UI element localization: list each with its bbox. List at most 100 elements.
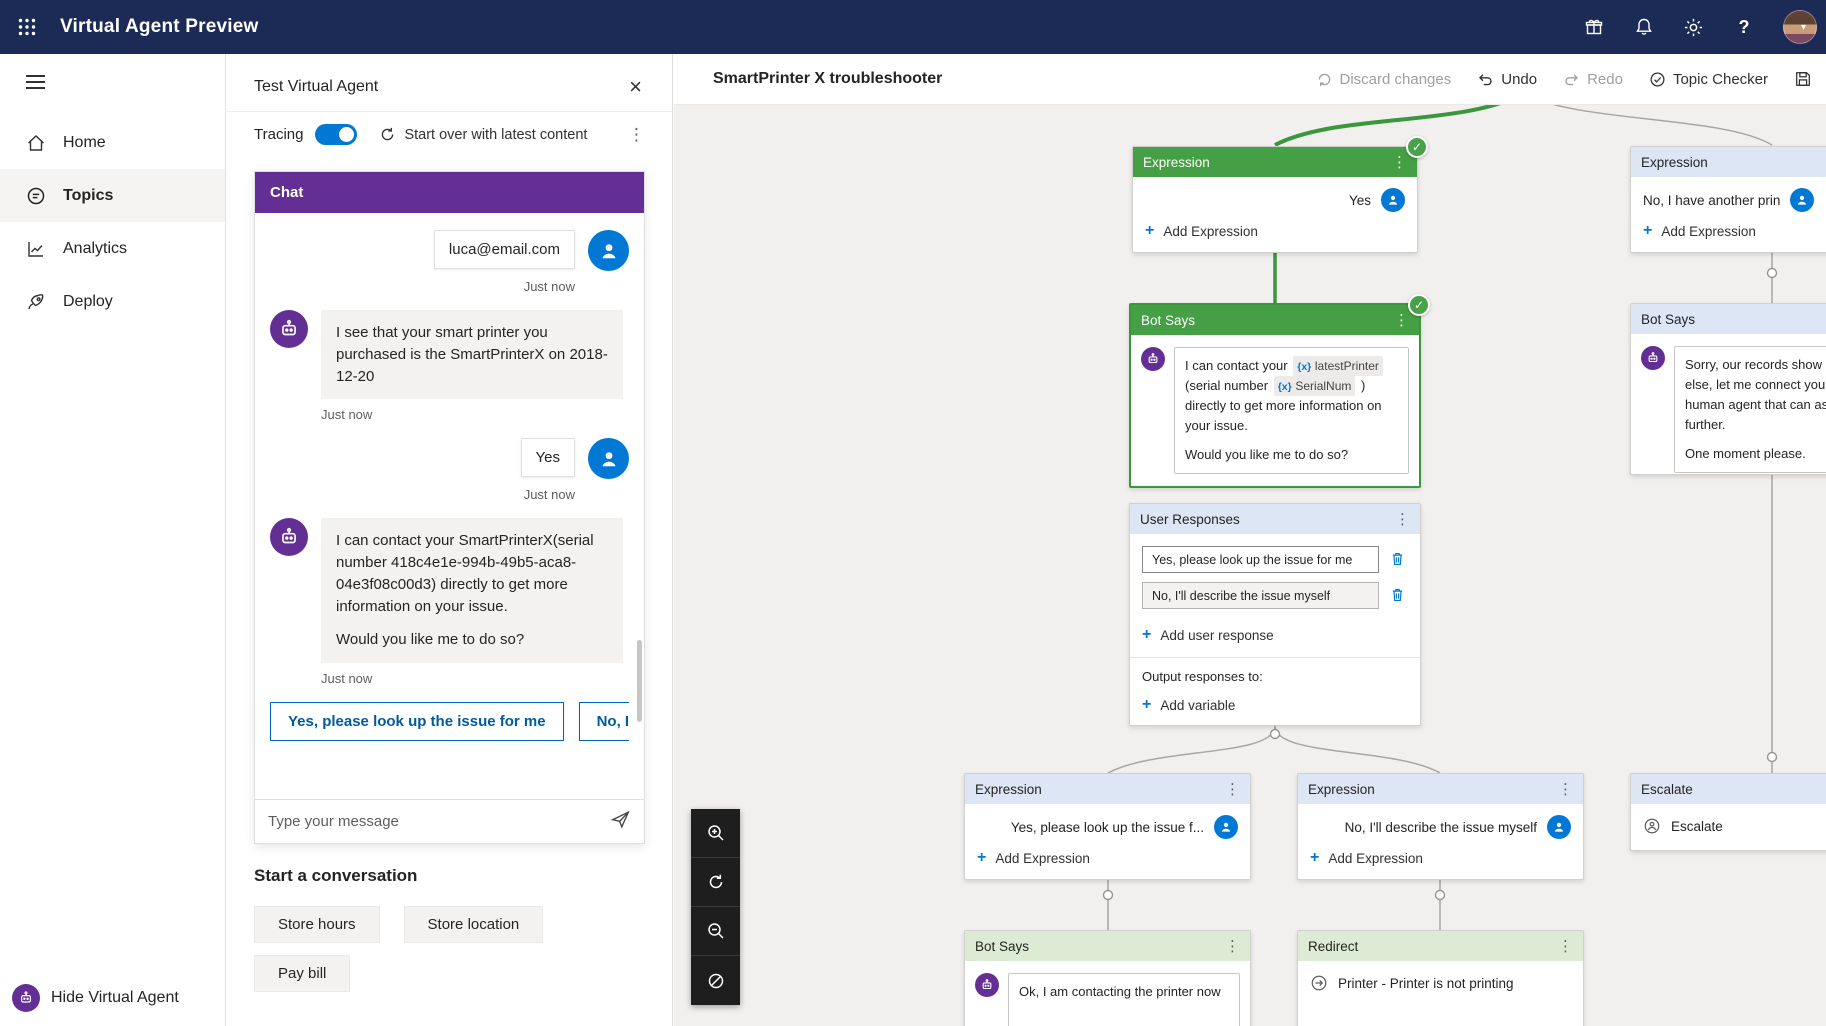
suggested-reply-button[interactable]: No, I — [579, 702, 629, 741]
node-expression-yes[interactable]: ✓ Expression ⋮ Yes + Add Expression — [1132, 146, 1418, 253]
add-variable-button[interactable]: + Add variable — [1142, 688, 1408, 723]
zoom-out-button[interactable] — [691, 907, 740, 956]
node-menu-icon[interactable]: ⋮ — [1225, 782, 1240, 797]
fit-view-button[interactable] — [691, 956, 740, 1005]
help-icon[interactable]: ? — [1733, 16, 1755, 38]
traversed-check-icon: ✓ — [1408, 294, 1430, 316]
send-icon[interactable] — [610, 809, 631, 835]
sidebar-item-label: Analytics — [63, 240, 127, 258]
chat-header: Chat — [255, 172, 644, 213]
user-avatar[interactable] — [1783, 10, 1817, 44]
redo-button[interactable]: Redo — [1563, 71, 1623, 88]
node-title: Redirect — [1308, 939, 1358, 954]
add-expression-button[interactable]: + Add Expression — [1298, 841, 1583, 876]
app-launcher-icon[interactable] — [0, 0, 54, 54]
node-title: Expression — [1308, 782, 1375, 797]
node-title: Expression — [1641, 155, 1708, 170]
bot-message-text[interactable]: Sorry, our records show so else, let me … — [1674, 346, 1826, 473]
suggested-reply-button[interactable]: Yes, please look up the issue for me — [270, 702, 564, 741]
virtual-agent-preview-app: Virtual Agent Preview ? ▾ — [0, 0, 1826, 1026]
hamburger-menu-icon[interactable] — [0, 54, 56, 110]
add-user-response-button[interactable]: + Add user response — [1142, 618, 1408, 653]
chat-input-bar — [255, 799, 644, 843]
left-sidebar: Home Topics Analytics Deploy — [0, 54, 226, 1026]
chat-message-bot: I see that your smart printer you purcha… — [270, 310, 629, 399]
bot-message-text[interactable]: Ok, I am contacting the printer now — [1008, 973, 1240, 1026]
delete-response-icon[interactable] — [1389, 550, 1408, 569]
expression-value: No, I'll describe the issue myself — [1345, 820, 1537, 835]
more-options-icon[interactable]: ⋮ — [628, 125, 645, 145]
conversation-starter-button[interactable]: Store location — [404, 906, 544, 943]
node-redirect[interactable]: Redirect ⋮ Printer - Printer is not prin… — [1297, 930, 1584, 1026]
zoom-in-icon — [706, 823, 726, 843]
plus-icon: + — [977, 850, 986, 866]
app-topbar: Virtual Agent Preview ? ▾ — [0, 0, 1826, 54]
settings-gear-icon[interactable] — [1683, 16, 1705, 38]
hide-virtual-agent-button[interactable]: Hide Virtual Agent — [12, 984, 179, 1012]
node-menu-icon[interactable]: ⋮ — [1394, 313, 1409, 328]
user-avatar-icon — [588, 438, 629, 479]
reset-view-icon — [706, 872, 726, 892]
node-escalate[interactable]: Escalate ⋮ Escalate — [1630, 773, 1826, 851]
node-menu-icon[interactable]: ⋮ — [1558, 939, 1573, 954]
variable-chip[interactable]: {x} latestPrinter — [1293, 356, 1383, 376]
node-menu-icon[interactable]: ⋮ — [1392, 155, 1407, 170]
save-button[interactable] — [1794, 70, 1812, 88]
node-bot-says-main[interactable]: ✓ Bot Says ⋮ I can contact your {x} late… — [1129, 303, 1421, 488]
discard-changes-button[interactable]: Discard changes — [1316, 71, 1452, 88]
node-expression-no[interactable]: Expression ⋮ No, I have another prin + A… — [1630, 146, 1826, 253]
user-response-option[interactable]: No, I'll describe the issue myself — [1142, 582, 1379, 609]
traversed-check-icon: ✓ — [1406, 136, 1428, 158]
start-over-button[interactable]: Start over with latest content — [379, 126, 587, 143]
reset-view-button[interactable] — [691, 858, 740, 907]
node-expression-mid[interactable]: Expression ⋮ No, I'll describe the issue… — [1297, 773, 1584, 880]
fit-view-icon — [706, 971, 726, 991]
tracing-toggle[interactable] — [315, 124, 357, 145]
chat-scrollbar[interactable] — [637, 640, 642, 722]
gift-icon[interactable] — [1583, 16, 1605, 38]
bot-message-text[interactable]: I can contact your {x} latestPrinter (se… — [1174, 347, 1409, 474]
node-bot-says-right[interactable]: Bot Says ⋮ Sorry, our records show so el… — [1630, 303, 1826, 475]
node-title: User Responses — [1140, 512, 1240, 527]
user-avatar-icon — [588, 230, 629, 271]
sidebar-item-home[interactable]: Home — [0, 116, 225, 169]
refresh-icon — [379, 126, 396, 143]
node-bot-says-bottom[interactable]: Bot Says ⋮ Ok, I am contacting the print… — [964, 930, 1251, 1026]
add-expression-button[interactable]: + Add Expression — [1631, 214, 1826, 249]
user-message-bubble: Yes — [521, 438, 575, 477]
add-expression-button[interactable]: + Add Expression — [965, 841, 1250, 876]
redirect-icon — [1310, 974, 1328, 992]
redo-icon — [1563, 71, 1580, 88]
zoom-in-button[interactable] — [691, 809, 740, 858]
node-title: Bot Says — [1141, 313, 1195, 328]
node-menu-icon[interactable]: ⋮ — [1395, 512, 1410, 527]
close-icon[interactable]: × — [629, 76, 642, 98]
topic-checker-button[interactable]: Topic Checker — [1649, 71, 1768, 88]
node-menu-icon[interactable]: ⋮ — [1558, 782, 1573, 797]
sidebar-item-analytics[interactable]: Analytics — [0, 222, 225, 275]
output-responses-label: Output responses to: — [1142, 669, 1408, 684]
add-expression-button[interactable]: + Add Expression — [1133, 214, 1417, 249]
node-menu-icon[interactable]: ⋮ — [1225, 939, 1240, 954]
expression-value: No, I have another prin — [1643, 193, 1780, 208]
message-timestamp: Just now — [321, 407, 629, 422]
notifications-icon[interactable] — [1633, 16, 1655, 38]
sidebar-item-topics[interactable]: Topics — [0, 169, 225, 222]
conversation-starter-button[interactable]: Pay bill — [254, 955, 350, 992]
node-expression-left[interactable]: Expression ⋮ Yes, please look up the iss… — [964, 773, 1251, 880]
chat-message-user: luca@email.com — [270, 230, 629, 271]
plus-icon: + — [1142, 697, 1151, 713]
variable-chip[interactable]: {x} SerialNum — [1274, 376, 1356, 396]
node-title: Bot Says — [975, 939, 1029, 954]
authoring-canvas[interactable]: ✓ Expression ⋮ Yes + Add Expression Expr… — [674, 105, 1826, 1026]
conversation-starter-button[interactable]: Store hours — [254, 906, 380, 943]
user-message-bubble: luca@email.com — [434, 230, 575, 269]
message-input[interactable] — [268, 813, 600, 830]
sidebar-item-deploy[interactable]: Deploy — [0, 275, 225, 328]
delete-response-icon[interactable] — [1389, 586, 1408, 605]
plus-icon: + — [1643, 223, 1652, 239]
undo-button[interactable]: Undo — [1477, 71, 1537, 88]
node-user-responses[interactable]: User Responses ⋮ Yes, please look up the… — [1129, 503, 1421, 726]
chat-message-bot: I can contact your SmartPrinterX(serial … — [270, 518, 629, 663]
user-response-option[interactable]: Yes, please look up the issue for me — [1142, 546, 1379, 573]
